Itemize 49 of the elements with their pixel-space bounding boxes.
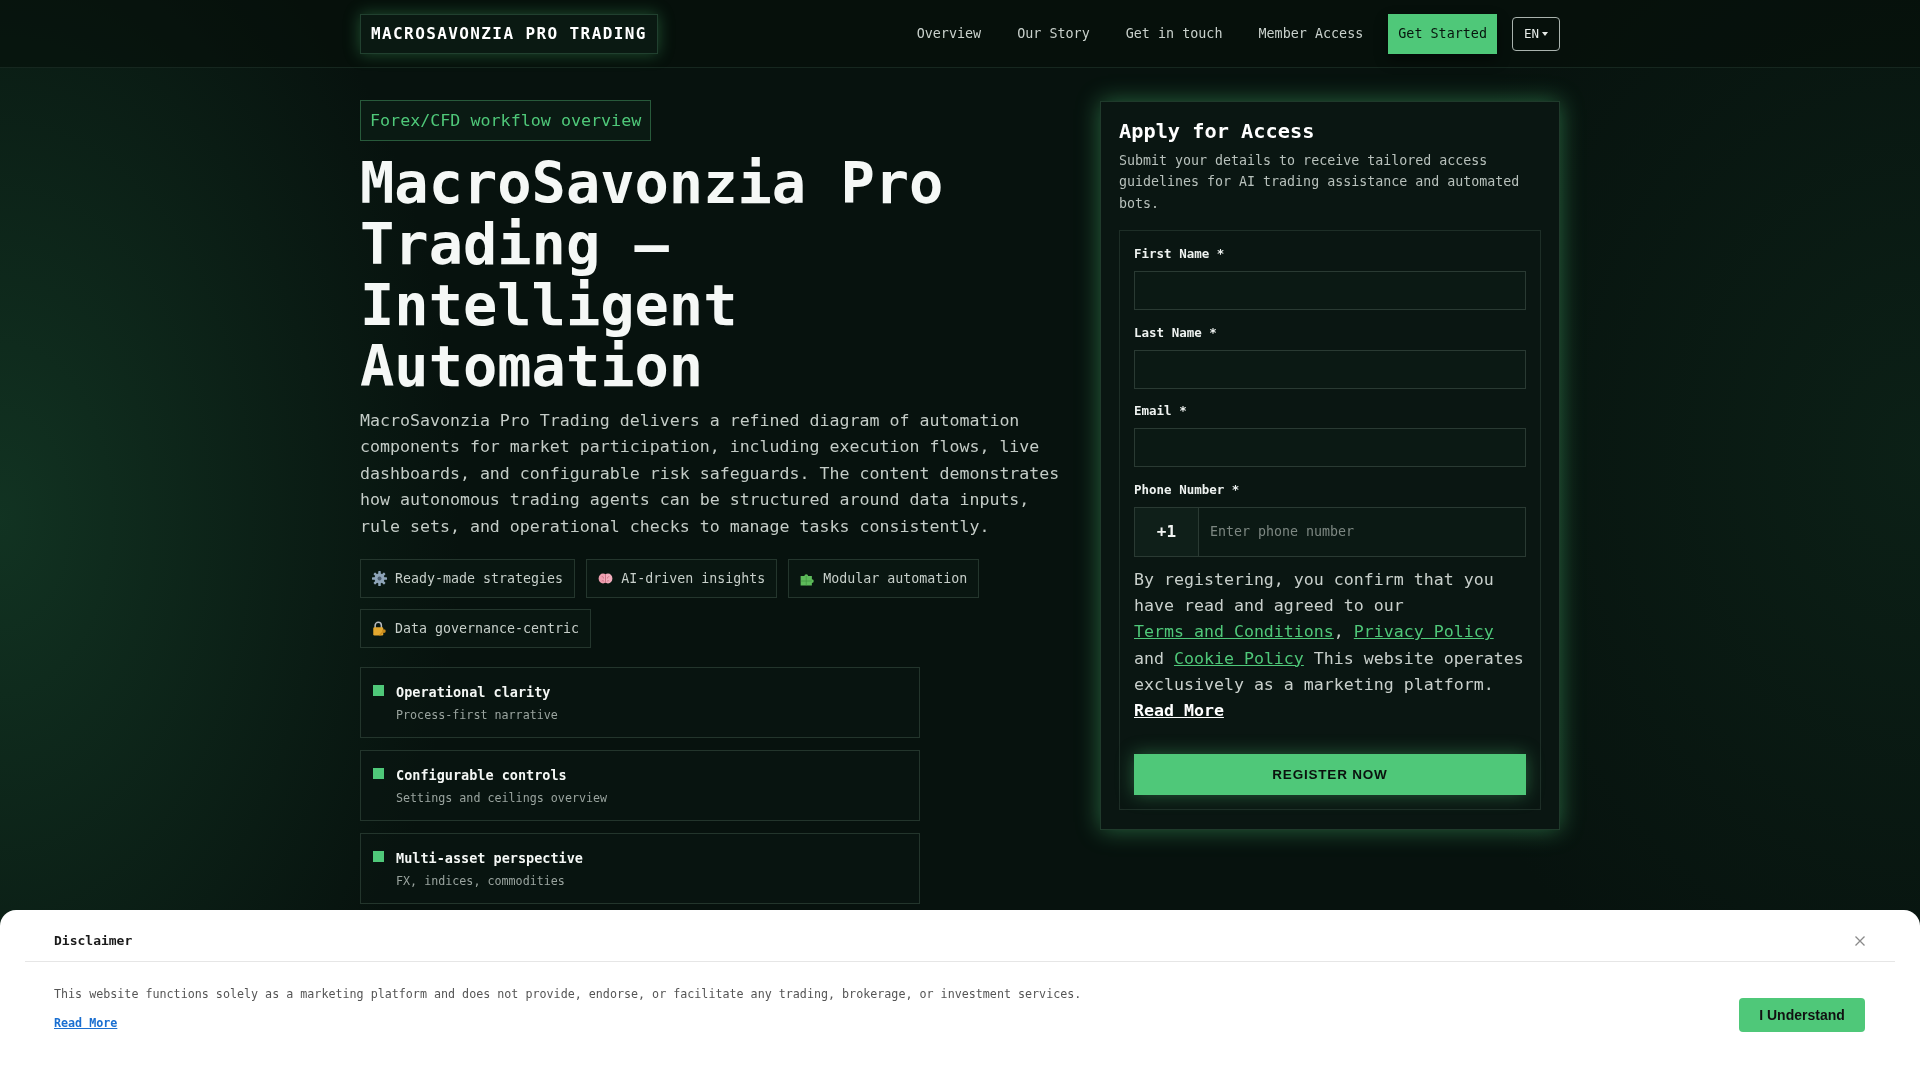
caret-icon — [1542, 31, 1549, 36]
read-more-link[interactable]: Read More — [54, 1016, 118, 1031]
gear-icon — [372, 571, 387, 587]
read-more-link[interactable]: Read More — [1134, 701, 1224, 721]
hero-description: MacroSavonzia Pro Trading delivers a refined diagram of automation components for market participation, including execution flows, live dashboards, and configurable risk safeguards. The content demonstrates how autonomous trading agents can be structured around data inputs, rule sets, and operational checks to manage tasks consistently. — [360, 410, 1061, 538]
feature-subtitle: Settings and ceilings overview — [396, 790, 608, 808]
nav-link[interactable]: Member Access — [1258, 26, 1364, 41]
nav-link[interactable]: Our Story — [1017, 26, 1090, 41]
hero-tag: Forex/CFD workflow overview — [360, 100, 652, 141]
chip-text: Ready-made strategies — [395, 571, 564, 587]
square-bullet-icon — [373, 851, 384, 863]
puzzle-icon — [800, 571, 816, 587]
field-label: Phone Number * — [1134, 480, 1241, 498]
field-label: Last Name * — [1134, 323, 1218, 341]
phone-input[interactable]: Enter phone number — [1199, 506, 1526, 557]
nav-link[interactable]: Get in touch — [1125, 26, 1223, 41]
feature-title: Operational clarity — [396, 683, 552, 702]
feature-subtitle: Process-first narrative — [396, 707, 558, 725]
chip-text: Data governance-centric — [395, 621, 580, 637]
country-code: +1 — [1134, 506, 1199, 557]
hero-title: MacroSavonzia Pro Trading — Intelligent Automation — [360, 153, 945, 397]
form-title: Apply for Access — [1119, 118, 1316, 145]
disclaimer-text: This website functions solely as a marketing platform and does not provide, endorse, or facilitate any trading, brokerage, or investment services. — [54, 987, 1082, 1002]
logo[interactable]: MACROSAVONZIA PRO TRADING — [360, 13, 658, 54]
square-bullet-icon — [373, 768, 384, 780]
input-field[interactable] — [1134, 271, 1526, 311]
nav-link[interactable]: Overview — [916, 26, 982, 41]
get-started-button[interactable]: Get Started — [1388, 13, 1497, 54]
chip-text: Modular automation — [823, 571, 968, 587]
consent-link[interactable]: Privacy Policy — [1353, 622, 1494, 642]
feature-title: Multi-asset perspective — [396, 849, 583, 868]
input-field[interactable] — [1134, 349, 1526, 389]
chip-text: AI-driven insights — [621, 571, 766, 587]
square-bullet-icon — [373, 685, 384, 697]
consent-text: By registering, you confirm that you have read and agreed to our Terms and Conditions, Privacy Policy and Cookie Policy This website operates exclusively as a marketing platform. Read More — [1134, 568, 1525, 723]
feature-subtitle: FX, indices, commodities — [396, 873, 566, 891]
lock-with-key-icon — [372, 621, 387, 637]
language-button[interactable]: EN — [1512, 16, 1560, 51]
consent-link[interactable]: Terms and Conditions — [1134, 622, 1334, 642]
field-label: First Name * — [1134, 245, 1226, 263]
disclaimer-title: Disclaimer — [54, 932, 133, 949]
field-label: Email * — [1134, 402, 1188, 420]
understand-button[interactable]: I Understand — [1739, 998, 1865, 1032]
feature-title: Configurable controls — [396, 766, 568, 785]
close-icon[interactable] — [1855, 935, 1865, 946]
input-field[interactable] — [1134, 428, 1526, 468]
register-button[interactable]: REGISTER NOW — [1134, 753, 1526, 795]
form-subtitle: Submit your details to receive tailored access guidelines for AI trading assistance and automated bots. — [1119, 152, 1521, 213]
consent-link[interactable]: Cookie Policy — [1173, 648, 1304, 668]
